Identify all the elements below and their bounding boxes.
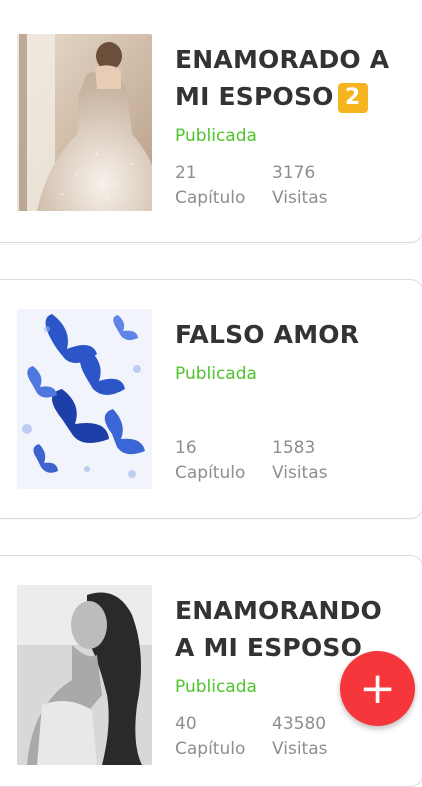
chapters-stat: 21 Capítulo — [175, 163, 246, 208]
keycap-two-emoji: 2 — [337, 83, 368, 113]
story-card[interactable]: FALSO AMOR Publicada 16 Capítulo 1583 Vi… — [0, 279, 422, 519]
story-cover-image[interactable] — [17, 34, 152, 211]
story-title[interactable]: FALSO AMOR — [175, 316, 400, 353]
status-label: Publicada — [175, 126, 257, 146]
visits-stat: 1583 Visitas — [272, 438, 328, 483]
story-title[interactable]: ENAMORADO A MI ESPOSO 2 — [175, 41, 400, 115]
status-label: Publicada — [175, 677, 257, 697]
add-story-button[interactable]: + — [340, 651, 415, 726]
visits-stat: 3176 Visitas — [272, 163, 328, 208]
story-cover-image[interactable] — [17, 309, 152, 489]
story-card[interactable]: ENAMORADO A MI ESPOSO 2 Publicada 21 Capí… — [0, 0, 422, 243]
status-label: Publicada — [175, 364, 257, 384]
blue-butterflies-cover — [17, 309, 152, 489]
wedding-dress-cover — [17, 34, 152, 211]
chapters-stat: 40 Capítulo — [175, 714, 246, 759]
woman-portrait-cover — [17, 585, 152, 765]
story-cover-image[interactable] — [17, 585, 152, 765]
visits-stat: 43580 Visitas — [272, 714, 328, 759]
chapters-stat: 16 Capítulo — [175, 438, 246, 483]
plus-icon: + — [359, 662, 396, 714]
